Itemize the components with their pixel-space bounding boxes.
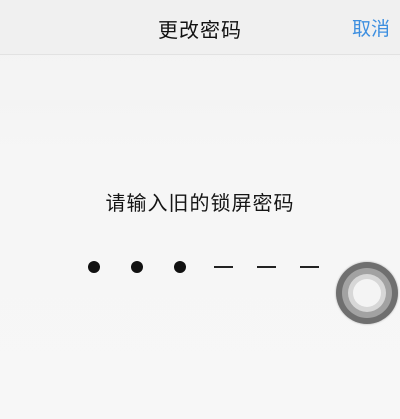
empty-dash <box>213 266 233 268</box>
passcode-digit-filled <box>82 255 106 279</box>
empty-dash <box>256 266 276 268</box>
passcode-indicator <box>82 252 332 282</box>
filled-dot <box>131 261 143 273</box>
change-passcode-screen: 更改密码 取消 请输入旧的锁屏密码 <box>0 0 400 419</box>
empty-dash <box>299 266 319 268</box>
filled-dot <box>88 261 100 273</box>
passcode-digit-empty <box>297 255 321 279</box>
filled-dot <box>174 261 186 273</box>
passcode-digit-empty <box>254 255 278 279</box>
assistive-touch-icon[interactable] <box>336 262 398 324</box>
passcode-digit-filled <box>125 255 149 279</box>
passcode-digit-filled <box>168 255 192 279</box>
passcode-prompt: 请输入旧的锁屏密码 <box>105 191 295 215</box>
passcode-digit-empty <box>211 255 235 279</box>
navigation-bar: 更改密码 取消 <box>0 0 400 55</box>
cancel-button[interactable]: 取消 <box>352 14 390 41</box>
assistive-touch-core <box>353 279 381 307</box>
page-title: 更改密码 <box>158 18 242 42</box>
